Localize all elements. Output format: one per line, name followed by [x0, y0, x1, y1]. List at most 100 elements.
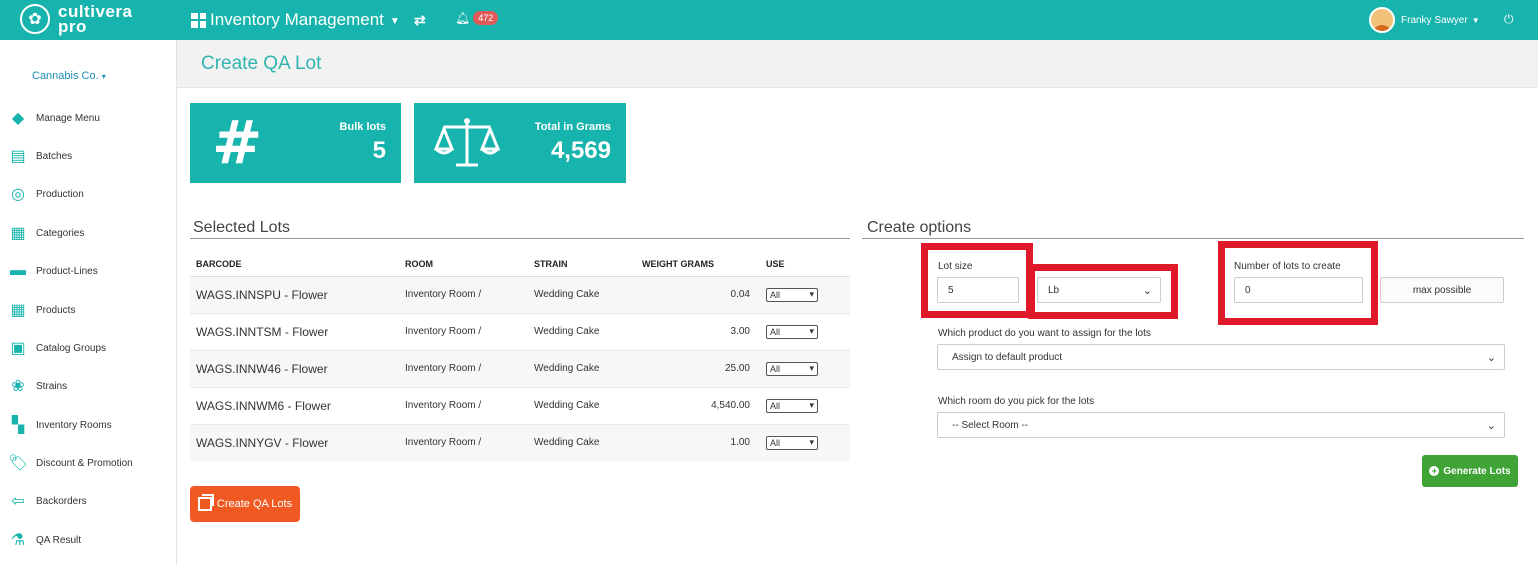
create-options-title: Create options	[867, 219, 972, 236]
apps-grid-icon	[191, 12, 206, 28]
app-switcher[interactable]: Inventory Management ▼	[191, 10, 400, 30]
room-cell: Inventory Room /	[399, 349, 528, 387]
column-header: BARCODE	[190, 252, 399, 277]
strain-cell: Wedding Cake	[528, 386, 636, 424]
column-header: USE	[760, 252, 850, 277]
column-header: ROOM	[399, 252, 528, 277]
selected-lots-table: BARCODE ROOM STRAIN WEIGHT GRAMS USE WAG…	[190, 252, 850, 461]
weight-cell: 25.00	[636, 349, 760, 387]
chevron-down-icon: ▾	[809, 289, 814, 299]
unit-select[interactable]: Lb ⌄	[1037, 277, 1161, 303]
bulk-lots-value: 5	[372, 137, 386, 164]
weight-cell: 3.00	[636, 312, 760, 350]
sidebar-item-product-lines[interactable]: ▬ Product-Lines	[8, 259, 98, 283]
catalog-icon: ▣	[10, 340, 26, 357]
cannabis-leaf-icon: ✿	[20, 4, 50, 34]
barcode-cell: WAGS.INNW46 - Flower	[190, 349, 399, 387]
chevron-down-icon: ⌄	[1486, 420, 1496, 432]
number-of-lots-input[interactable]: 0	[1234, 277, 1363, 303]
product-label: Which product do you want to assign for …	[938, 328, 1151, 339]
sidebar-item-production[interactable]: ◎ Production	[8, 182, 84, 206]
user-menu[interactable]: Franky Sawyer ▼	[1369, 7, 1480, 33]
lot-size-input[interactable]: 5	[937, 277, 1019, 303]
weight-cell: 4,540.00	[636, 386, 760, 424]
top-bar: ✿ cultivera pro Inventory Management ▼ ⇄…	[0, 0, 1538, 40]
scale-icon	[434, 118, 500, 167]
strain-cell: Wedding Cake	[528, 275, 636, 313]
barcode-cell: WAGS.INNSPU - Flower	[190, 275, 399, 313]
barcode-cell: WAGS.INNTSM - Flower	[190, 312, 399, 350]
copy-icon	[197, 494, 214, 511]
chevron-down-icon: ▼	[389, 16, 400, 27]
app-title: Inventory Management	[210, 10, 384, 29]
sidebar-item-batches[interactable]: ▤ Batches	[8, 144, 72, 168]
chevron-down-icon: ▾	[809, 326, 814, 336]
chevron-down-icon: ▼	[1471, 15, 1480, 25]
chevron-down-icon: ▾	[809, 400, 814, 410]
rooms-icon: ▚	[11, 417, 25, 434]
brand-sub: pro	[58, 17, 87, 36]
column-header: WEIGHT GRAMS	[636, 252, 760, 277]
notifications-button[interactable]: 🔔︎ 472	[455, 11, 499, 25]
company-selector[interactable]: Cannabis Co. ▾	[32, 70, 106, 82]
power-icon[interactable]: ⏻	[1504, 12, 1514, 27]
sidebar-item-products[interactable]: ▦ Products	[8, 298, 75, 322]
divider	[862, 238, 1524, 239]
strain-cell: Wedding Cake	[528, 423, 636, 461]
target-icon: ◎	[11, 186, 25, 203]
swap-icon[interactable]: ⇄	[414, 12, 426, 29]
room-label: Which room do you pick for the lots	[938, 396, 1095, 407]
room-select[interactable]: -- Select Room -- ⌄	[937, 412, 1505, 438]
sidebar-item-catalog-groups[interactable]: ▣ Catalog Groups	[8, 336, 106, 360]
column-header: STRAIN	[528, 252, 636, 277]
backorder-icon: ⇦	[11, 493, 25, 510]
strain-cell: Wedding Cake	[528, 349, 636, 387]
chevron-down-icon: ⌄	[1486, 352, 1496, 364]
bulk-lots-label: Bulk lots	[339, 121, 386, 133]
avatar	[1369, 7, 1395, 33]
max-possible-button[interactable]: max possible	[1380, 277, 1504, 303]
list-icon: ▤	[10, 148, 26, 165]
use-select[interactable]: All ▾	[766, 398, 818, 413]
room-cell: Inventory Room /	[399, 423, 528, 461]
sidebar-item-inventory-rooms[interactable]: ▚ Inventory Rooms	[8, 413, 112, 437]
use-select[interactable]: All ▾	[766, 361, 818, 376]
sidebar-item-backorders[interactable]: ⇦ Backorders	[8, 489, 86, 513]
selected-lots-title: Selected Lots	[193, 219, 290, 236]
flask-icon: ⚗︎	[10, 532, 26, 549]
product-select[interactable]: Assign to default product ⌄	[937, 344, 1505, 370]
bell-icon: 🔔︎	[455, 11, 471, 25]
sidebar-item-manage-menu[interactable]: ◆ Manage Menu	[8, 106, 100, 130]
brand-logo[interactable]: ✿ cultivera pro	[20, 3, 132, 36]
weight-cell: 0.04	[636, 275, 760, 313]
lot-size-label: Lot size	[938, 261, 973, 272]
total-grams-value: 4,569	[550, 137, 611, 164]
sidebar-item-qa-result[interactable]: ⚗︎ QA Result	[8, 528, 81, 552]
hash-icon: #	[212, 108, 263, 178]
use-select[interactable]: All ▾	[766, 324, 818, 339]
table-row: WAGS.INNTSM - Flower Inventory Room / We…	[190, 312, 850, 350]
product-lines-icon: ▬	[10, 262, 26, 279]
sidebar-item-categories[interactable]: ▦ Categories	[8, 221, 84, 245]
strain-cell: Wedding Cake	[528, 312, 636, 350]
sidebar-item-strains[interactable]: ❀ Strains	[8, 374, 67, 398]
divider	[190, 238, 850, 239]
plus-circle-icon: +	[1429, 466, 1440, 476]
create-qa-lots-button[interactable]: Create QA Lots	[190, 486, 300, 522]
user-name: Franky Sawyer	[1401, 14, 1468, 26]
use-select[interactable]: All ▾	[766, 435, 818, 450]
room-cell: Inventory Room /	[399, 386, 528, 424]
room-cell: Inventory Room /	[399, 275, 528, 313]
barcode-cell: WAGS.INNWM6 - Flower	[190, 386, 399, 424]
notification-count-badge: 472	[473, 11, 499, 25]
generate-lots-button[interactable]: + Generate Lots	[1422, 455, 1518, 487]
use-select[interactable]: All ▾	[766, 287, 818, 302]
tag-icon: ◆	[11, 110, 25, 127]
bulk-lots-card: # Bulk lots 5	[190, 103, 401, 183]
number-of-lots-label: Number of lots to create	[1234, 261, 1341, 272]
table-icon: ▦	[10, 225, 26, 242]
table-row: WAGS.INNWM6 - Flower Inventory Room / We…	[190, 386, 850, 424]
sidebar-item-discount-promotion[interactable]: 🏷︎ Discount & Promotion	[8, 451, 133, 475]
total-grams-label: Total in Grams	[534, 121, 611, 133]
price-tag-icon: 🏷︎	[7, 455, 29, 472]
